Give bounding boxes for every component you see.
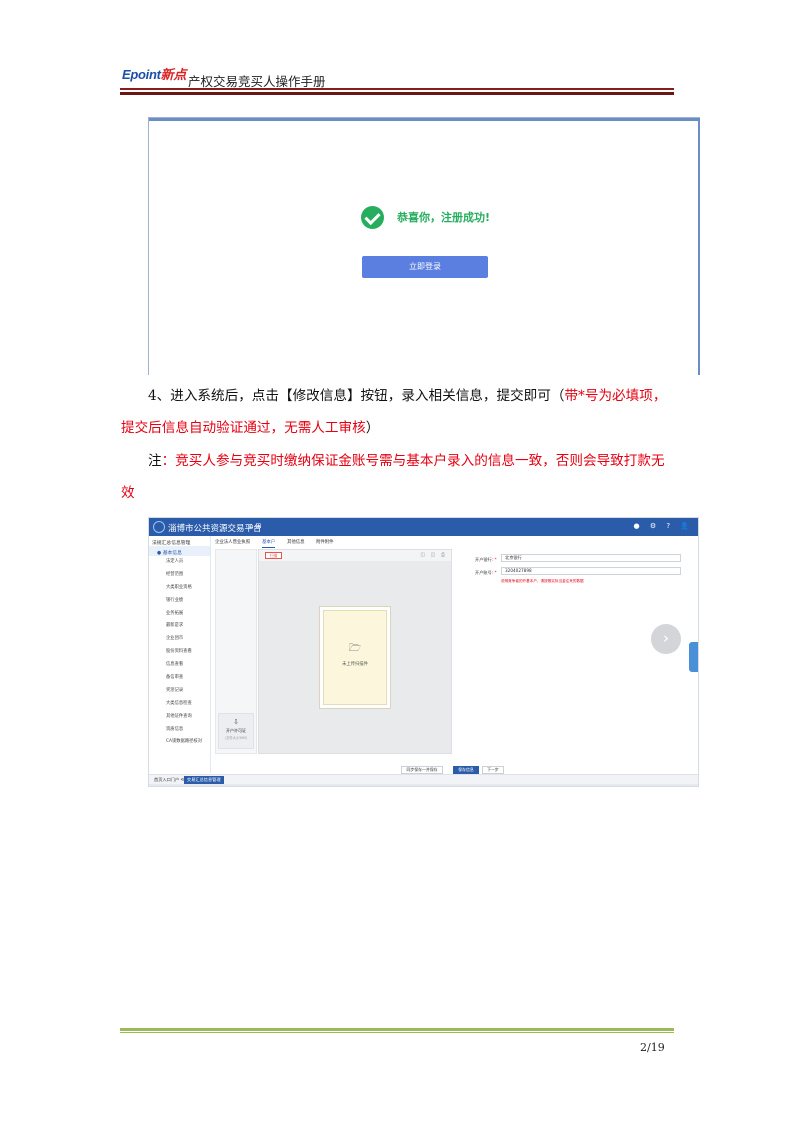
page-number: 2/19 — [640, 1041, 665, 1054]
license-card[interactable]: ⇩ 开户许可证 (文件大小30M) — [218, 713, 254, 749]
bottom-tab-trade-info[interactable]: 交易汇总信息管理 — [184, 776, 224, 784]
user-toolbar-icons[interactable]: ● ⚙ ? 👤 — [634, 522, 694, 530]
account-label-text: 开户账号: — [475, 570, 494, 575]
bank-input[interactable]: 北京银行 — [501, 554, 681, 562]
header-rule-thick — [120, 92, 674, 95]
logo-accent-text: 新点 — [160, 67, 187, 82]
upload-list-column: ⇩ 开户许可证 (文件大小30M) — [215, 549, 257, 754]
sidebar-item[interactable]: 其他证件查询 — [149, 711, 210, 724]
sidebar-item[interactable]: 最新是求 — [149, 620, 210, 633]
sidebar-item[interactable]: CA锁数据路径核对 — [149, 736, 210, 749]
step4-text: 4、进入系统后，点击【修改信息】按钮，录入相关信息，提交即可（ — [148, 388, 565, 404]
required-star: * — [494, 557, 497, 562]
document-page-inner: 🗁 未上传扫描件 — [323, 610, 387, 705]
sidebar-item[interactable]: 经营范围 — [149, 569, 210, 582]
sidebar-item[interactable]: 企业团市 — [149, 633, 210, 646]
epoint-logo: Epoint新点 — [122, 64, 186, 83]
note-text-end: 效 — [121, 485, 135, 501]
sidebar-item[interactable]: 大类职业资格 — [149, 582, 210, 595]
tab-basic-account[interactable]: 基本户 — [262, 538, 276, 548]
sidebar-item[interactable]: 大类信息检查 — [149, 698, 210, 711]
sync-save-button[interactable]: 同步保存一并保存 — [401, 766, 443, 774]
login-now-button[interactable]: 立即登录 — [362, 256, 488, 278]
tab-other-info[interactable]: 其他信息 — [287, 538, 305, 548]
tab-attachments[interactable]: 附件附件 — [316, 538, 334, 548]
document-viewer: 扫描 ◫ ◫ ⎙ 🗁 未上传扫描件 — [258, 549, 452, 754]
bottom-tab-bar — [149, 774, 698, 784]
step4-auto-verify-note: 提交后信息自动验证通过，无需人工审核 — [121, 420, 366, 436]
check-circle-icon — [361, 206, 384, 229]
frame-right-line — [698, 118, 700, 375]
sidebar-item[interactable]: 备信审查 — [149, 672, 210, 685]
sidebar-item[interactable]: 股份资料查看 — [149, 646, 210, 659]
home-grid-icons[interactable]: ⌂ ⊞ — [249, 522, 262, 530]
header-rule — [120, 88, 674, 90]
license-card-size: (文件大小30M) — [224, 736, 248, 740]
sidebar: 法规汇总信息管理 ● 基本信息 法定人员 经营范围 大类职业资格 银行业绩 业务… — [149, 536, 211, 773]
registration-success-screenshot: 恭喜你，注册成功! 立即登录 — [148, 117, 700, 375]
step4-paragraph-line2: 提交后信息自动验证通过，无需人工审核） — [121, 415, 681, 442]
save-info-button[interactable]: 保存信息 — [453, 766, 479, 774]
top-bar: 淄博市公共资源交易平台 ⌂ ⊞ ● ⚙ ? 👤 — [149, 518, 698, 536]
viewer-tool-icons[interactable]: ◫ ◫ ⎙ — [420, 552, 447, 558]
folder-icon: 🗁 — [348, 643, 362, 654]
frame-top-line — [149, 118, 699, 121]
sidebar-item[interactable]: 业务拓展 — [149, 608, 210, 621]
viewer-toolbar: 扫描 ◫ ◫ ⎙ — [259, 550, 451, 561]
footer-rule-thin — [120, 1032, 674, 1033]
tab-business-license[interactable]: 企业法人营业执照 — [215, 538, 250, 548]
sidebar-header[interactable]: 法规汇总信息管理 — [149, 536, 210, 546]
success-message: 恭喜你，注册成功! — [397, 211, 491, 224]
bottom-tab-home[interactable]: 首页入口门户 ⟲ — [151, 776, 187, 784]
bank-label: 开户银行: * — [475, 557, 497, 563]
license-card-title: 开户许可证 — [226, 728, 246, 733]
platform-title: 淄博市公共资源交易平台 — [168, 524, 262, 534]
step4-paragraph: 4、进入系统后，点击【修改信息】按钮，录入相关信息，提交即可（带*号为必填项， — [121, 383, 681, 410]
platform-logo-icon — [153, 521, 165, 533]
sidebar-item-basic-info[interactable]: ● 基本信息 — [149, 546, 210, 556]
note-text: ：竞买人参与竞买时缴纳保证金账号需与基本户录入的信息一致，否则会导致打款无 — [161, 453, 665, 469]
sidebar-item[interactable]: 信息查看 — [149, 659, 210, 672]
sidebar-item[interactable]: 法定人员 — [149, 556, 210, 569]
next-arrow-button[interactable]: › — [651, 624, 681, 654]
bank-label-text: 开户银行: — [475, 557, 494, 562]
platform-screenshot: 淄博市公共资源交易平台 ⌂ ⊞ ● ⚙ ? 👤 法规汇总信息管理 ● 基本信息 … — [148, 517, 699, 787]
sidebar-item[interactable]: 银行业绩 — [149, 595, 210, 608]
document-page: 🗁 未上传扫描件 — [319, 606, 391, 709]
sidebar-item[interactable]: 资质信息 — [149, 724, 210, 737]
sidebar-item[interactable]: 奖惩记录 — [149, 685, 210, 698]
logo-text: Epoint — [122, 67, 161, 82]
note-paragraph: 注：竞买人参与竞买时缴纳保证金账号需与基本户录入的信息一致，否则会导致打款无 — [121, 448, 681, 475]
online-service-tab[interactable] — [689, 642, 698, 672]
required-star: * — [494, 570, 497, 575]
horizontal-scrollbar[interactable] — [149, 784, 698, 786]
account-note: 说明竞争者的开基本户，请按照实际当金往来的数据 — [501, 579, 584, 583]
next-step-button[interactable]: 下一步 — [482, 766, 504, 774]
step4-required-note: 带*号为必填项， — [564, 388, 667, 404]
note-label: 注 — [148, 453, 162, 469]
account-input[interactable]: 3204027898 — [501, 567, 681, 575]
step4-closing: ） — [365, 420, 380, 436]
account-label: 开户账号: * — [475, 570, 497, 576]
no-scan-placeholder: 未上传扫描件 — [342, 662, 368, 667]
footer-rule — [120, 1028, 674, 1031]
note-paragraph-line2: 效 — [121, 480, 681, 507]
scan-button[interactable]: 扫描 — [265, 552, 282, 559]
download-icon: ⇩ — [233, 718, 239, 726]
